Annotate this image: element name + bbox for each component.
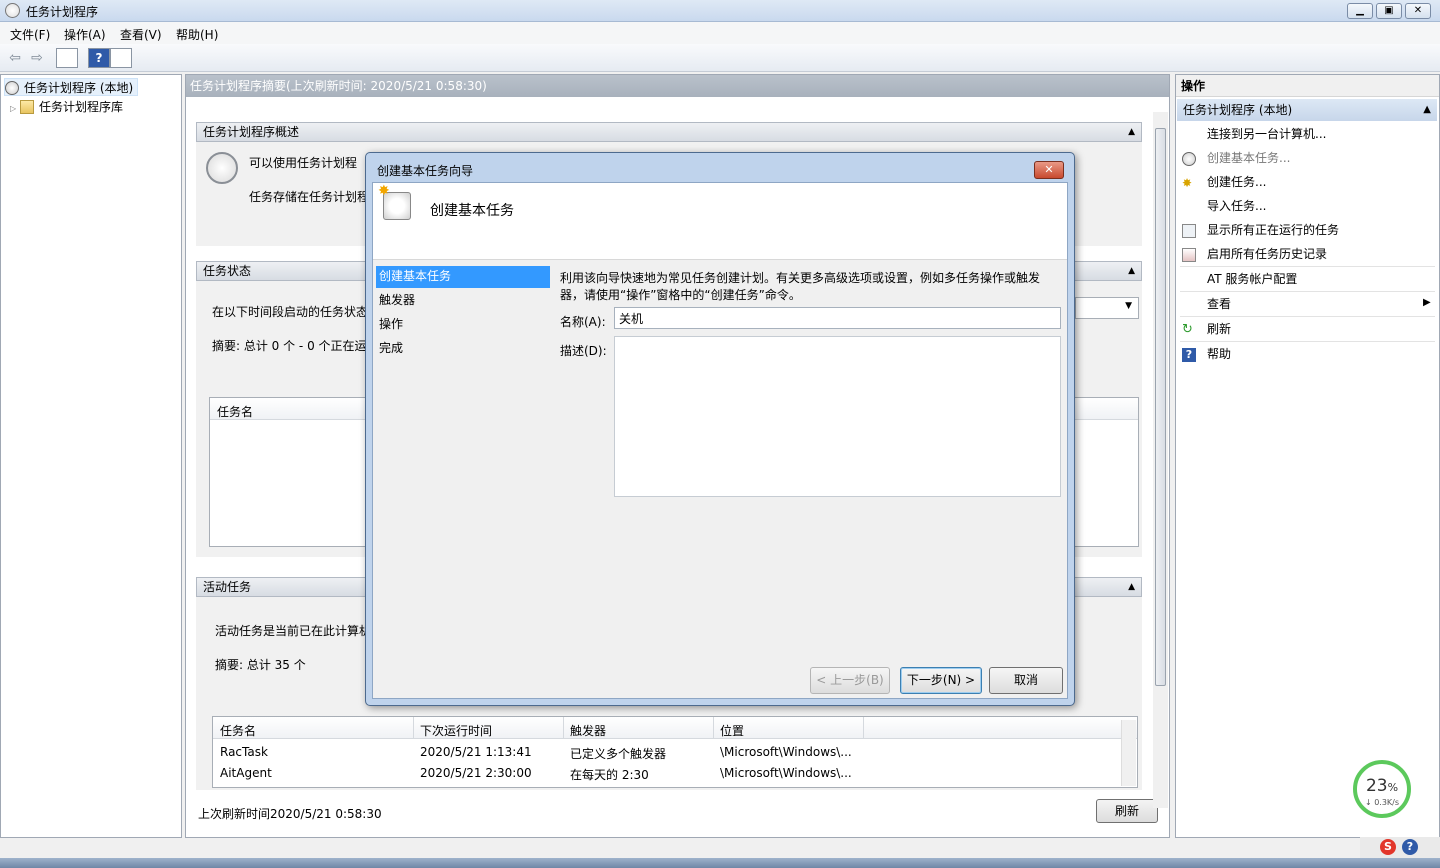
create-basic-task-icon — [1182, 152, 1196, 166]
table-cell[interactable]: \Microsoft\Windows\... — [720, 766, 852, 780]
maximize-button[interactable]: ▣ — [1376, 3, 1402, 19]
close-button[interactable]: ✕ — [1405, 3, 1431, 19]
collapse-arrow-icon[interactable]: ▲ — [1128, 262, 1135, 280]
action-help[interactable]: 帮助 — [1207, 344, 1231, 364]
tree-item-library[interactable]: ▷ 任务计划程序库 — [10, 98, 123, 116]
help-icon[interactable]: ? — [1402, 839, 1418, 855]
action-enable-history[interactable]: 启用所有任务历史记录 — [1207, 244, 1327, 264]
running-tasks-icon — [1182, 224, 1196, 238]
scrollbar-thumb[interactable] — [1155, 128, 1166, 686]
clock-icon — [5, 3, 20, 18]
menu-help[interactable]: 帮助(H) — [176, 26, 218, 43]
table-cell[interactable]: 已定义多个触发器 — [570, 745, 666, 762]
dialog-header-area — [373, 183, 1067, 260]
back-arrow-icon[interactable]: ⇦ — [4, 48, 26, 68]
clock-icon — [5, 81, 19, 95]
last-refresh-text: 上次刷新时间2020/5/21 0:58:30 — [198, 807, 382, 821]
menu-action[interactable]: 操作(A) — [64, 26, 106, 43]
task-status-text: 在以下时间段启动的任务状态 — [212, 305, 369, 319]
overview-section-header[interactable]: 任务计划程序概述 ▲ — [196, 122, 1142, 142]
action-create-task[interactable]: 创建任务... — [1207, 172, 1266, 192]
folder-icon — [20, 100, 34, 114]
action-show-running-tasks[interactable]: 显示所有正在运行的任务 — [1207, 220, 1339, 240]
collapse-arrow-icon[interactable]: ▲ — [1128, 123, 1135, 141]
dialog-close-button[interactable]: ✕ — [1034, 161, 1064, 179]
help-icon[interactable]: ? — [88, 48, 110, 68]
table-cell[interactable]: 2020/5/21 1:13:41 — [420, 745, 532, 759]
network-speed-widget[interactable]: 23% ↓ 0.3K/s — [1353, 760, 1411, 818]
column-header-next-run[interactable]: 下次运行时间 — [420, 722, 492, 739]
action-import-task[interactable]: 导入任务... — [1207, 196, 1266, 216]
grid-scrollbar[interactable] — [1121, 720, 1136, 786]
menu-bar: 文件(F) 操作(A) 查看(V) 帮助(H) — [0, 22, 1440, 44]
column-header-trigger[interactable]: 触发器 — [570, 722, 606, 739]
star-icon: ✸ — [378, 183, 390, 199]
active-tasks-grid — [212, 716, 1138, 788]
task-status-summary: 摘要: 总计 0 个 - 0 个正在运 — [212, 339, 367, 353]
create-task-icon: ✸ — [1182, 176, 1193, 190]
time-period-dropdown[interactable]: ▼ — [1075, 297, 1139, 319]
column-header-task-name[interactable]: 任务名 — [220, 722, 256, 739]
wizard-description: 利用该向导快速地为常见任务创建计划。有关更多高级选项或设置，例如多任务操作或触发… — [560, 271, 1041, 302]
table-cell[interactable]: AitAgent — [220, 766, 272, 780]
refresh-icon: ↻ — [1182, 322, 1193, 337]
active-tasks-summary: 摘要: 总计 35 个 — [215, 658, 306, 672]
overview-text-1: 可以使用任务计划程 — [249, 156, 358, 170]
action-view[interactable]: 查看 — [1207, 294, 1231, 314]
console-tree-icon[interactable] — [56, 48, 78, 68]
task-name-input[interactable] — [614, 307, 1061, 329]
name-label: 名称(A): — [560, 315, 606, 329]
summary-header: 任务计划程序摘要(上次刷新时间: 2020/5/21 0:58:30) — [186, 75, 1169, 97]
back-button[interactable]: < 上一步(B) — [810, 667, 890, 694]
wizard-step-action[interactable]: 操作 — [376, 314, 550, 336]
dialog-heading: 创建基本任务 — [430, 203, 514, 219]
chevron-down-icon: ▼ — [1125, 301, 1132, 311]
table-cell[interactable]: RacTask — [220, 745, 268, 759]
collapse-arrow-icon[interactable]: ▲ — [1423, 99, 1431, 121]
action-create-basic-task[interactable]: 创建基本任务... — [1207, 148, 1290, 168]
action-at-service-account[interactable]: AT 服务帐户配置 — [1207, 269, 1297, 289]
action-refresh[interactable]: 刷新 — [1207, 319, 1231, 339]
wizard-step-finish[interactable]: 完成 — [376, 338, 550, 360]
clock-icon — [206, 152, 238, 184]
forward-arrow-icon[interactable]: ⇨ — [26, 48, 48, 68]
actions-subheader[interactable]: 任务计划程序 (本地) ▲ — [1177, 99, 1437, 121]
action-connect-computer[interactable]: 连接到另一台计算机... — [1207, 124, 1326, 144]
input-method-icon[interactable]: S — [1380, 839, 1396, 855]
cancel-button[interactable]: 取消 — [989, 667, 1063, 694]
dialog-title: 创建基本任务向导 — [377, 164, 474, 178]
tree-item-local[interactable]: 任务计划程序 (本地) — [4, 78, 139, 96]
menu-view[interactable]: 查看(V) — [120, 26, 162, 43]
wizard-step-create-basic-task[interactable]: 创建基本任务 — [376, 266, 550, 288]
table-cell[interactable]: 在每天的 2:30 — [570, 766, 649, 783]
title-bar: 任务计划程序 ▁ ▣ ✕ — [0, 0, 1440, 22]
column-header-task-name[interactable]: 任务名 — [217, 403, 253, 420]
task-description-textarea[interactable] — [614, 336, 1061, 497]
toolbar: ⇦ ⇨ ? — [0, 44, 1440, 72]
table-cell[interactable]: 2020/5/21 2:30:00 — [420, 766, 532, 780]
active-tasks-text: 活动任务是当前已在此计算机 — [215, 624, 372, 638]
window-title: 任务计划程序 — [26, 5, 99, 19]
table-cell[interactable]: \Microsoft\Windows\... — [720, 745, 852, 759]
minimize-button[interactable]: ▁ — [1347, 3, 1373, 19]
help-icon: ? — [1182, 348, 1196, 362]
expand-arrow-icon[interactable]: ▷ — [10, 100, 20, 118]
system-tray — [1360, 837, 1440, 858]
column-header-location[interactable]: 位置 — [720, 722, 744, 739]
collapse-arrow-icon[interactable]: ▲ — [1128, 578, 1135, 596]
refresh-button[interactable]: 刷新 — [1096, 799, 1158, 823]
description-label: 描述(D): — [560, 344, 607, 358]
action-pane-icon[interactable] — [110, 48, 132, 68]
chevron-right-icon[interactable]: ▶ — [1423, 297, 1431, 308]
overview-text-2: 任务存储在任务计划程 — [249, 190, 370, 204]
menu-file[interactable]: 文件(F) — [10, 26, 50, 43]
wizard-step-trigger[interactable]: 触发器 — [376, 290, 550, 312]
taskbar — [0, 858, 1440, 868]
next-button[interactable]: 下一步(N) > — [900, 667, 982, 694]
actions-title: 操作 — [1176, 75, 1439, 97]
history-icon — [1182, 248, 1196, 262]
navigation-tree — [0, 74, 182, 838]
